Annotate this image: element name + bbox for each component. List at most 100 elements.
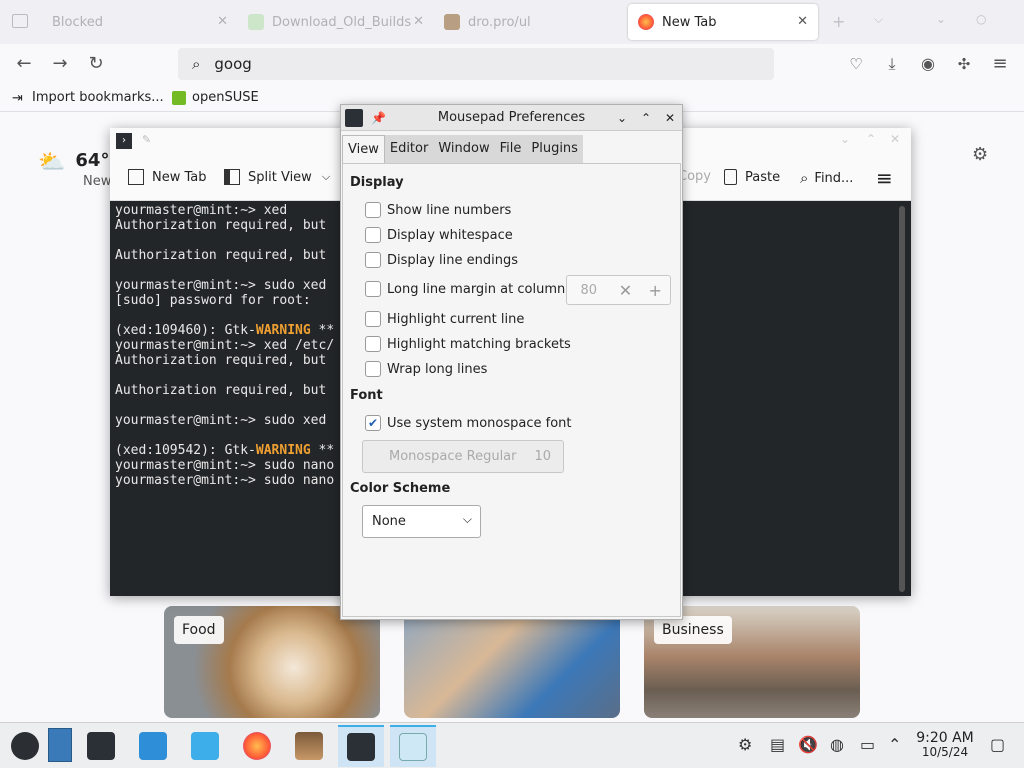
wrap-long-lines-checkbox[interactable]: Wrap long lines [365,361,487,377]
tab-dro-pro[interactable]: dro.pro/ul [434,4,626,40]
chevron-down-icon[interactable]: ⌵ [874,12,883,27]
task-mousepad[interactable] [390,725,436,767]
tab-title: Download_Old_Builds [272,14,412,30]
pocket-icon[interactable]: ♡ [844,52,868,76]
highlight-matching-brackets-checkbox[interactable]: Highlight matching brackets [365,336,571,352]
color-scheme-select[interactable]: None ⌵ [362,505,481,538]
find-button[interactable]: ⌕ Find... [800,169,853,187]
maximize-icon[interactable]: ⌃ [866,132,876,146]
maximize-icon[interactable]: ⌃ [637,105,655,131]
checkmark-icon[interactable]: ✔ [365,415,381,431]
taskbar: ⚙ ▤ 🔇 ◍ ▭ ⌃ 9:20 AM 10/5/24 ▢ [0,722,1024,768]
color-scheme-heading: Color Scheme [350,481,451,496]
reload-icon[interactable]: ↻ [84,52,108,76]
firefox-view-icon[interactable] [12,14,28,28]
url-input-text[interactable]: goog [214,55,251,73]
tab-title: New Tab [662,14,717,30]
chevron-up-icon[interactable]: ⌃ [888,735,901,754]
task-file-manager[interactable] [182,725,228,767]
hamburger-menu-icon[interactable]: ≡ [876,166,893,190]
menu-icon[interactable]: ≡ [988,52,1012,76]
globe-network-icon[interactable]: ◍ [830,735,844,754]
checkbox-label: Show line numbers [387,202,512,218]
task-settings[interactable] [78,725,124,767]
story-card-business[interactable]: Business [644,606,860,718]
highlight-current-line-checkbox[interactable]: Highlight current line [365,311,524,327]
maximize-icon[interactable]: ○ [976,12,986,26]
volume-muted-icon[interactable]: 🔇 [798,735,818,754]
app-launcher-button[interactable] [2,725,48,767]
url-bar[interactable]: ⌕ goog [178,48,774,80]
minimize-icon[interactable]: ⌄ [613,105,631,131]
split-view-button[interactable]: Split View ⌵ [224,169,330,185]
extensions-icon[interactable]: ✣ [952,52,976,76]
clipboard-icon [724,169,737,185]
clipboard-icon[interactable]: ▤ [770,735,785,754]
font-heading: Font [350,388,383,403]
close-icon[interactable]: ✕ [413,14,424,29]
dialog-titlebar[interactable]: 📌 Mousepad Preferences ⌄ ⌃ ✕ [341,105,682,131]
long-line-margin-checkbox[interactable]: Long line margin at column: [365,281,570,297]
new-tab-button[interactable]: New Tab [128,169,207,185]
new-tab-plus-icon[interactable]: + [832,12,845,31]
font-size: 10 [534,449,551,464]
back-arrow-icon[interactable]: ← [12,52,36,76]
story-card-food[interactable]: Food [164,606,380,718]
close-icon[interactable]: ✕ [217,14,228,29]
paste-button[interactable]: Paste [724,169,780,185]
checkbox-box[interactable] [365,336,381,352]
display-whitespace-checkbox[interactable]: Display whitespace [365,227,513,243]
increment-plus-icon[interactable]: + [640,281,670,300]
tab-blocked[interactable]: Blocked ✕ [42,4,238,40]
task-konsole[interactable] [338,725,384,767]
close-icon[interactable]: ✕ [797,14,808,29]
story-card-people[interactable] [404,606,620,718]
task-terminal-blue[interactable] [130,725,176,767]
task-firefox[interactable] [234,725,280,767]
checkbox-label: Long line margin at column: [387,281,570,297]
tab-editor[interactable]: Editor [385,135,433,163]
forward-arrow-icon[interactable]: → [48,52,72,76]
settings-gear-icon[interactable]: ⚙ [972,144,988,165]
find-label: Find... [814,170,854,186]
search-icon: ⌕ [192,55,201,73]
tab-download-old-builds[interactable]: Download_Old_Builds ✕ [238,4,434,40]
font-chooser-button[interactable]: Monospace Regular 10 [362,440,564,473]
show-desktop-icon[interactable]: ▢ [990,735,1005,754]
download-icon[interactable]: ⤓ [880,52,904,76]
tab-file[interactable]: File [495,135,527,163]
minimize-icon[interactable]: ⌄ [840,132,850,146]
checkbox-box[interactable] [365,311,381,327]
checkbox-box[interactable] [365,202,381,218]
clock[interactable]: 9:20 AM 10/5/24 [910,731,980,759]
margin-column-spinner[interactable]: 80 ✕ + [566,275,671,305]
weather-widget[interactable]: ⛅ 64° New [38,150,111,189]
display-icon[interactable]: ▭ [860,735,875,754]
bookmark-opensuse[interactable]: openSUSE [172,90,259,105]
minimize-icon[interactable]: ⌄ [936,12,946,26]
checkbox-box[interactable] [365,227,381,243]
tab-plugins[interactable]: Plugins [526,135,583,163]
pin-icon[interactable]: ✎ [142,133,151,146]
task-image-viewer[interactable] [286,725,332,767]
close-icon[interactable]: ✕ [890,132,900,146]
checkbox-box[interactable] [365,281,381,297]
display-line-endings-checkbox[interactable]: Display line endings [365,252,518,268]
close-icon[interactable]: ✕ [661,105,679,131]
account-icon[interactable]: ◉ [916,52,940,76]
terminal-blue-icon [139,732,167,760]
tab-new-tab[interactable]: New Tab ✕ [628,4,818,40]
checkbox-box[interactable] [365,252,381,268]
tab-view[interactable]: View [342,135,385,163]
network-share-icon[interactable]: ⚙ [738,735,752,754]
margin-value[interactable]: 80 [567,283,611,298]
checkbox-box[interactable] [365,361,381,377]
tab-window[interactable]: Window [433,135,494,163]
bookmark-import[interactable]: ⇥ Import bookmarks... [12,90,164,106]
decrement-x-icon[interactable]: ✕ [611,281,641,300]
pin-icon[interactable]: 📌 [371,105,386,131]
show-line-numbers-checkbox[interactable]: Show line numbers [365,202,511,218]
use-system-monospace-font-checkbox[interactable]: ✔ Use system monospace font [365,415,572,431]
terminal-scrollbar[interactable] [899,206,905,592]
desktop-pager[interactable] [48,728,72,762]
